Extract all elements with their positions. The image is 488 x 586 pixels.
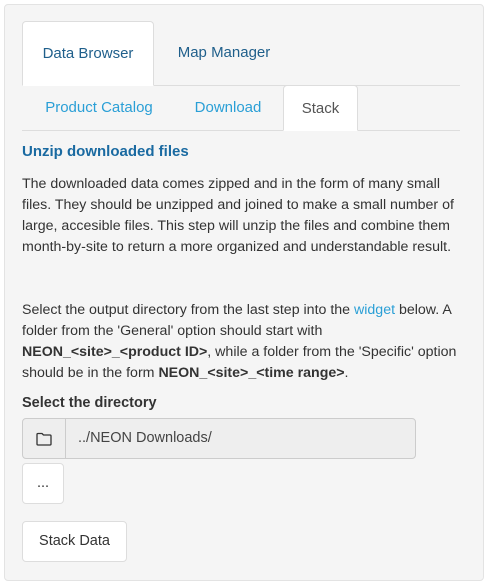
intro-text: The downloaded data comes zipped and in …	[22, 176, 454, 255]
instructions-part4: .	[344, 365, 349, 381]
tab-download[interactable]: Download	[178, 85, 278, 130]
main-tabs: Data Browser Map Manager	[22, 21, 460, 86]
directory-label: Select the directory	[22, 395, 157, 411]
specific-format: NEON_<site>_<time range>	[158, 365, 345, 381]
instructions-text: Select the output directory from the las…	[22, 300, 462, 384]
folder-icon	[23, 419, 66, 458]
tab-data-browser[interactable]: Data Browser	[22, 21, 154, 86]
tab-product-catalog[interactable]: Product Catalog	[22, 85, 176, 130]
tab-stack[interactable]: Stack	[283, 85, 358, 131]
browse-button[interactable]: ...	[22, 463, 64, 504]
general-format: NEON_<site>_<product ID>	[22, 344, 208, 360]
tab-map-manager[interactable]: Map Manager	[160, 21, 288, 85]
directory-input[interactable]: ../NEON Downloads/	[22, 418, 416, 459]
instructions-part1: Select the output directory from the las…	[22, 302, 355, 318]
section-heading: Unzip downloaded files	[22, 143, 189, 160]
directory-path: ../NEON Downloads/	[78, 430, 212, 446]
stack-data-button[interactable]: Stack Data	[22, 521, 127, 562]
widget-link[interactable]: widget	[354, 302, 395, 318]
sub-tabs: Product Catalog Download Stack	[22, 85, 460, 131]
